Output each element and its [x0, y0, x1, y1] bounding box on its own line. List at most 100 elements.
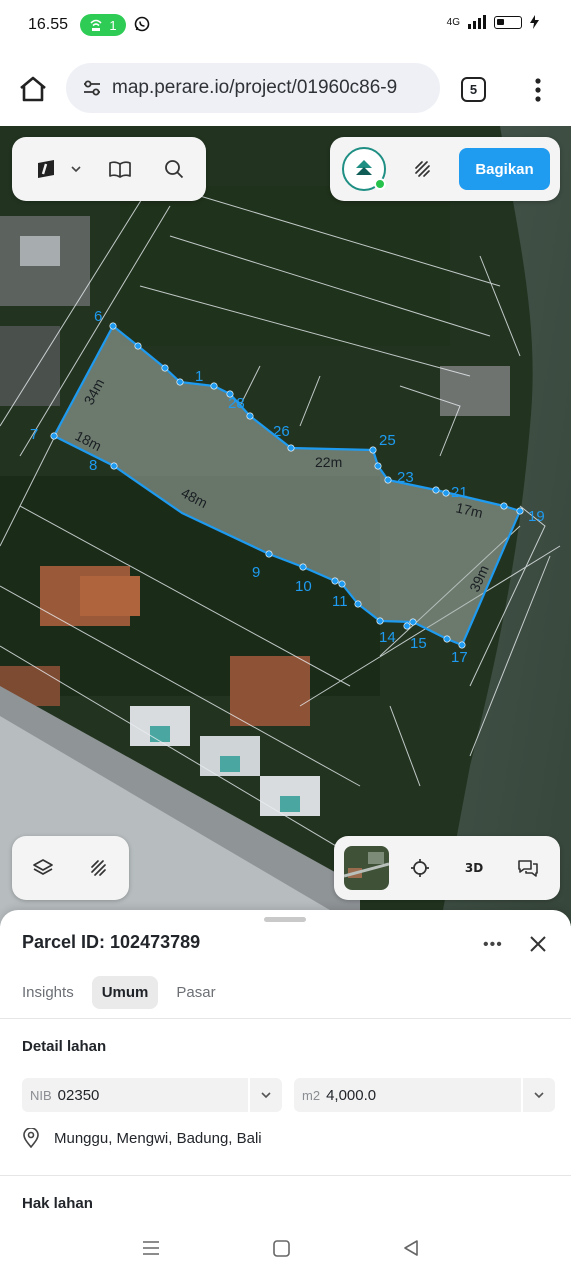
basemap-thumbnail-button[interactable]: [344, 846, 389, 890]
vertex-label: 11: [332, 593, 348, 610]
guide-button[interactable]: [106, 155, 134, 183]
parcel-vertex: [299, 563, 307, 571]
area-field[interactable]: m2 4,000.0: [294, 1078, 555, 1112]
vertex-label: 23: [397, 469, 414, 486]
parcel-vertex: [516, 507, 524, 515]
nib-field[interactable]: NIB 02350: [22, 1078, 282, 1112]
hotspot-icon: [90, 19, 102, 31]
site-settings-icon[interactable]: [82, 79, 102, 97]
online-status-dot: [374, 178, 386, 190]
parcel-vertex: [176, 378, 184, 386]
parcel-vertex: [442, 489, 450, 497]
parcel-vertex: [331, 577, 339, 585]
annotate-button[interactable]: [84, 854, 112, 882]
nib-prefix: NIB: [30, 1087, 52, 1103]
parcel-vertex: [500, 502, 508, 510]
parcel-vertex: [369, 446, 377, 454]
tab-switcher-button[interactable]: 5: [461, 77, 486, 102]
tab-pasar[interactable]: Pasar: [166, 976, 225, 1009]
crosshair-icon: [411, 859, 429, 877]
parcel-vertex: [109, 322, 117, 330]
sheet-tabs: Insights Umum Pasar: [12, 976, 226, 1009]
more-horizontal-icon[interactable]: •••: [483, 936, 503, 954]
vertex-label: 1: [195, 368, 203, 385]
parcel-vertex: [354, 600, 362, 608]
book-icon: [109, 161, 131, 178]
chevron-down-icon: [71, 166, 81, 173]
signal-icon: [468, 15, 486, 29]
battery-icon: [494, 15, 522, 29]
location-row: Munggu, Mengwi, Badung, Bali: [22, 1128, 262, 1148]
system-nav-bar: [0, 1220, 571, 1280]
vertex-label: 15: [410, 635, 427, 652]
tab-insights[interactable]: Insights: [12, 976, 84, 1009]
area-unit-prefix: m2: [302, 1087, 321, 1103]
vertex-label: 10: [295, 578, 312, 595]
share-button[interactable]: Bagikan: [459, 148, 550, 190]
parcel-vertex: [338, 580, 346, 588]
parcel-vertex: [403, 622, 411, 630]
map-view[interactable]: 6 7 8 9 10 11 14 15 17 19 21 23 25 26 28…: [0, 126, 571, 926]
status-right-group: 4G: [447, 15, 539, 29]
satellite-thumbnail-icon: [344, 846, 389, 890]
hotspot-count: 1: [109, 17, 117, 33]
browser-bar: map.perare.io/project/01960c86-9 5: [0, 50, 571, 126]
satellite-map[interactable]: 6 7 8 9 10 11 14 15 17 19 21 23 25 26 28…: [0, 126, 571, 926]
layers-button[interactable]: [29, 854, 57, 882]
address-bar[interactable]: map.perare.io/project/01960c86-9: [66, 63, 440, 113]
scribble-icon: [415, 161, 430, 177]
parcel-vertex: [210, 382, 218, 390]
rights-heading: Hak lahan: [22, 1195, 93, 1212]
sheet-drag-handle[interactable]: [264, 917, 306, 922]
location-text: Munggu, Mengwi, Badung, Bali: [54, 1129, 262, 1147]
divider: [0, 1018, 571, 1019]
parcel-title: Parcel ID: 102473789: [22, 932, 201, 952]
parcel-vertex: [384, 476, 392, 484]
parcel-vertex: [374, 462, 382, 470]
locate-button[interactable]: [406, 854, 434, 882]
parcel-sheet: Parcel ID: 102473789 ••• Insights Umum P…: [0, 910, 571, 1220]
network-type: 4G: [446, 16, 460, 28]
vertex-label: 19: [528, 508, 545, 525]
compare-button[interactable]: [514, 854, 542, 882]
vertex-label: 21: [451, 484, 468, 501]
chat-compare-icon: [518, 860, 538, 877]
parcel-vertex: [409, 618, 417, 626]
parcel-vertex: [432, 486, 440, 494]
hotspot-indicator: 1: [80, 14, 126, 36]
parcel-vertex: [134, 342, 142, 350]
avatar[interactable]: [342, 147, 386, 191]
location-pin-icon: [23, 1128, 39, 1148]
map-view-panel: 3D: [334, 836, 560, 900]
vertex-label: 14: [379, 629, 396, 646]
chevron-down-icon[interactable]: [248, 1078, 282, 1112]
parcel-vertex: [265, 550, 273, 558]
parcel-vertex: [110, 462, 118, 470]
nib-value: 02350: [57, 1086, 100, 1104]
parcel-vertex: [376, 617, 384, 625]
project-menu-button[interactable]: [30, 157, 88, 181]
parcel-vertex: [287, 444, 295, 452]
close-icon[interactable]: [528, 934, 548, 954]
recent-apps-icon[interactable]: [142, 1240, 160, 1256]
parcel-vertex: [458, 641, 466, 649]
whatsapp-icon: [134, 16, 150, 32]
divider: [0, 1175, 571, 1176]
search-icon: [165, 160, 184, 179]
project-logo-icon: [38, 160, 54, 178]
back-nav-icon[interactable]: [403, 1240, 419, 1256]
home-nav-icon[interactable]: [273, 1240, 290, 1257]
url-text: map.perare.io/project/01960c86-9: [112, 77, 398, 98]
chevron-down-icon[interactable]: [521, 1078, 555, 1112]
home-icon[interactable]: [18, 75, 48, 103]
more-vertical-icon[interactable]: [528, 76, 548, 104]
view-3d-button[interactable]: 3D: [458, 854, 490, 882]
parcel-vertex: [246, 412, 254, 420]
search-button[interactable]: [160, 155, 188, 183]
vertex-label: 9: [252, 564, 260, 581]
draw-tool-button[interactable]: [408, 155, 436, 183]
scribble-icon: [91, 860, 106, 876]
map-layer-panel: [12, 836, 129, 900]
vertex-label: 25: [379, 432, 396, 449]
tab-umum[interactable]: Umum: [91, 976, 159, 1009]
